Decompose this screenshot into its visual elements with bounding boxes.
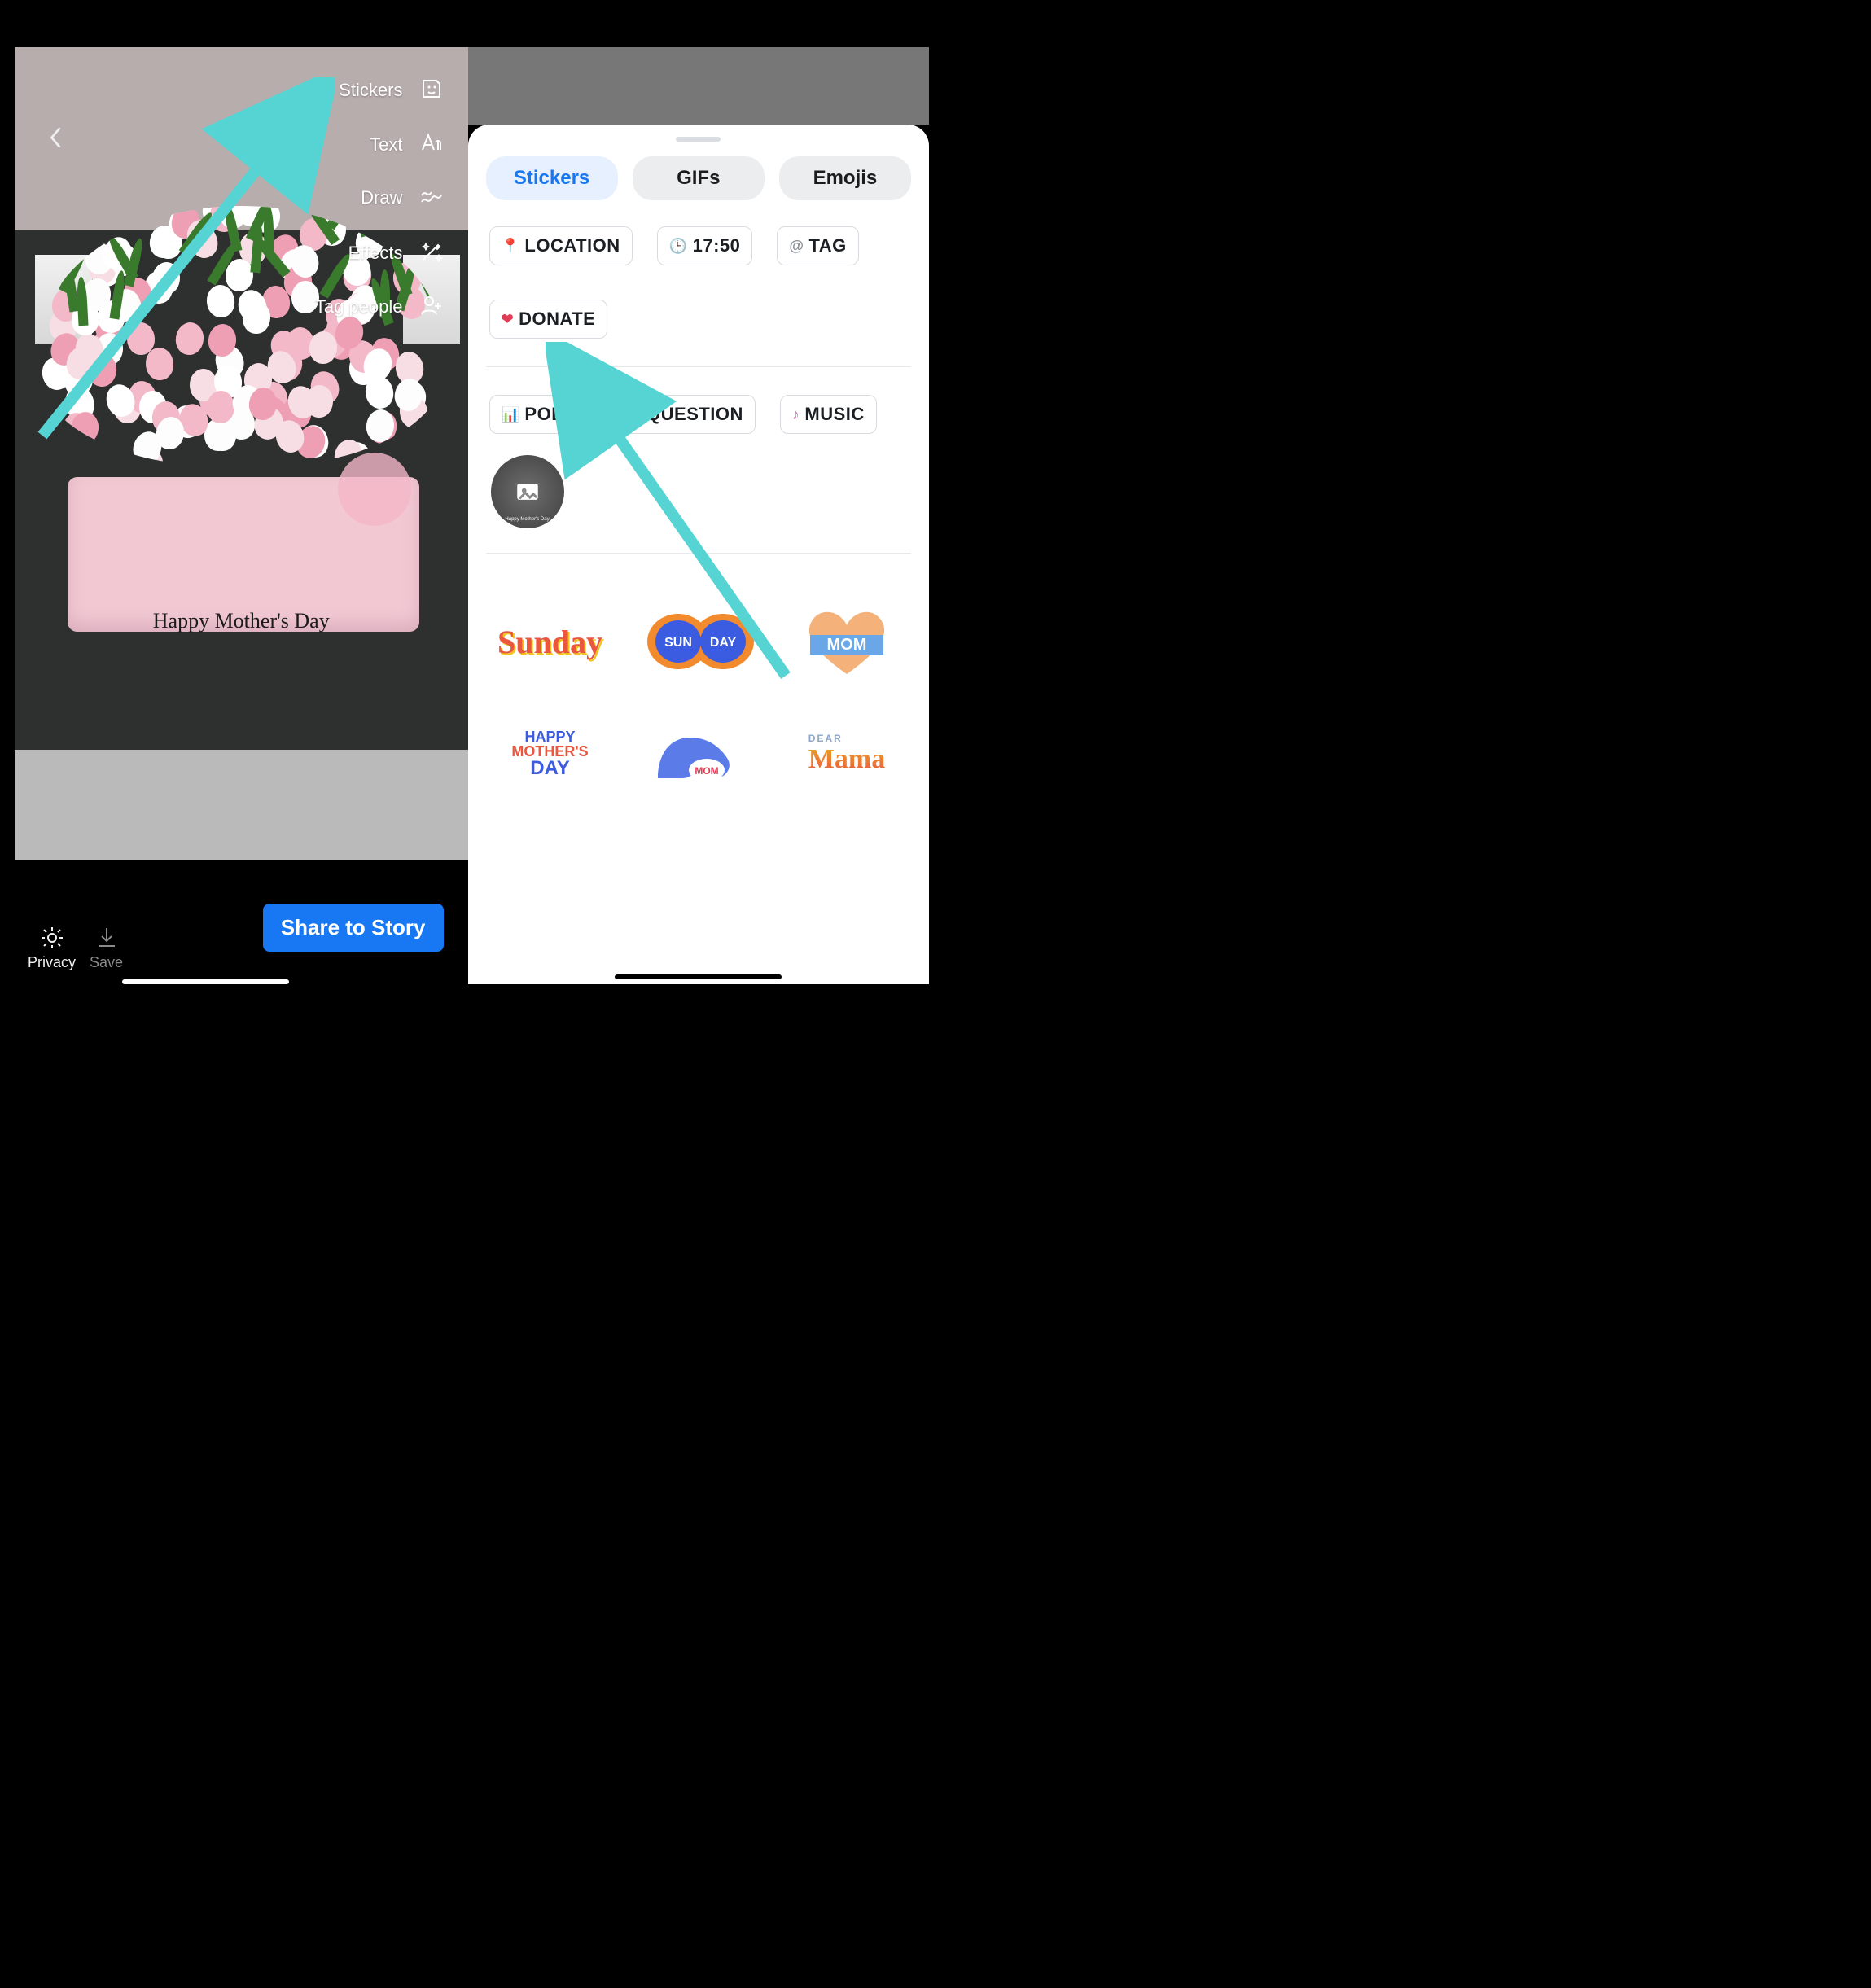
sticker-sheet[interactable]: Stickers GIFs Emojis 📍 LOCATION 🕒 17:50 … — [468, 125, 930, 984]
story-canvas[interactable]: Happy Mother's Day Stickers Text Draw Ef… — [15, 47, 468, 750]
sheet-grabber[interactable] — [676, 137, 721, 142]
tool-text-label[interactable]: Text — [370, 134, 402, 155]
tool-tag-people-label[interactable]: Tag people — [315, 296, 403, 317]
draw-icon[interactable] — [419, 184, 444, 212]
home-indicator — [122, 979, 289, 984]
tab-gifs[interactable]: GIFs — [633, 156, 765, 200]
poll-icon: 📊 — [502, 406, 520, 423]
chip-music[interactable]: ♪ MUSIC — [780, 395, 877, 434]
sticker-grid-row: HAPPY MOTHER'S DAY MOM DEARMama — [484, 690, 914, 803]
photo-caption: Happy Mother's Day — [15, 609, 468, 633]
sticker-grid-row: Sunday SUN DAY MOM — [484, 578, 914, 690]
privacy-button[interactable]: Privacy — [28, 925, 76, 971]
chip-time[interactable]: 🕒 17:50 — [657, 226, 753, 265]
flex-arm-icon: MOM — [638, 713, 760, 795]
chip-tag-label: TAG — [808, 235, 846, 256]
tool-stickers-label[interactable]: Stickers — [339, 80, 402, 101]
tab-emojis[interactable]: Emojis — [779, 156, 911, 200]
thumb-caption: Happy Mother's Day — [505, 517, 549, 522]
text-icon[interactable] — [419, 130, 444, 159]
svg-text:SUN: SUN — [664, 636, 692, 650]
donate-icon: ❤ — [502, 311, 515, 328]
chip-tag[interactable]: @ TAG — [777, 226, 858, 265]
dimmed-background — [468, 47, 930, 125]
at-icon: @ — [789, 238, 804, 255]
tool-effects-label[interactable]: Effects — [348, 243, 403, 264]
home-indicator — [615, 974, 782, 979]
back-button[interactable] — [47, 125, 65, 155]
svg-text:DAY: DAY — [710, 636, 737, 650]
sticker-mom-heart[interactable]: MOM — [786, 601, 908, 682]
chip-donate[interactable]: ❤ DONATE — [489, 300, 608, 339]
canvas-bottom-gray — [15, 750, 468, 860]
question-icon: 💬 — [623, 406, 642, 423]
tool-draw-label[interactable]: Draw — [361, 187, 402, 208]
status-bar — [0, 0, 468, 47]
sunglasses-icon: SUN DAY — [638, 601, 760, 682]
gear-icon — [39, 925, 65, 951]
chip-time-label: 17:50 — [693, 235, 741, 256]
chip-location[interactable]: 📍 LOCATION — [489, 226, 633, 265]
sticker-flex-arm[interactable]: MOM — [638, 713, 760, 795]
sticker-happy-mothers-day[interactable]: HAPPY MOTHER'S DAY — [489, 713, 611, 795]
save-button[interactable]: Save — [90, 925, 123, 971]
chip-donate-label: DONATE — [519, 309, 595, 330]
image-icon — [514, 478, 541, 506]
pin-icon: 📍 — [502, 238, 520, 255]
sticker-tray-screen: Stickers GIFs Emojis 📍 LOCATION 🕒 17:50 … — [468, 0, 936, 994]
clock-icon: 🕒 — [669, 238, 688, 255]
divider — [486, 366, 912, 367]
save-label: Save — [90, 954, 123, 971]
heart-icon: MOM — [786, 601, 908, 682]
photo-sticker-thumb[interactable]: Happy Mother's Day — [491, 455, 564, 528]
chip-poll-label: POLL — [524, 404, 574, 425]
svg-text:MOM: MOM — [827, 636, 867, 654]
sticker-icon[interactable] — [419, 77, 444, 105]
sticker-dear-mama[interactable]: DEARMama — [786, 713, 908, 795]
chip-poll[interactable]: 📊 POLL — [489, 395, 587, 434]
chip-location-label: LOCATION — [524, 235, 620, 256]
divider — [486, 553, 912, 554]
sticker-sunday[interactable]: Sunday — [489, 601, 611, 682]
svg-text:MOM: MOM — [695, 765, 718, 777]
chip-question[interactable]: 💬 QUESTION — [611, 395, 756, 434]
sticker-sunday-glasses[interactable]: SUN DAY — [638, 601, 760, 682]
tab-stickers[interactable]: Stickers — [486, 156, 618, 200]
chevron-left-icon — [47, 125, 65, 151]
story-editor-screen: Happy Mother's Day Stickers Text Draw Ef… — [0, 0, 468, 994]
photo-flowerbox — [68, 339, 419, 632]
music-icon: ♪ — [792, 406, 800, 423]
tag-people-icon[interactable] — [419, 293, 444, 322]
download-icon — [94, 925, 120, 951]
chip-question-label: QUESTION — [646, 404, 743, 425]
privacy-label: Privacy — [28, 954, 76, 971]
effects-icon[interactable] — [419, 239, 444, 268]
share-to-story-button[interactable]: Share to Story — [263, 904, 444, 952]
bottom-toolbar: Privacy Save Share to Story — [0, 860, 468, 994]
sticker-type-tabs: Stickers GIFs Emojis — [484, 156, 914, 223]
chip-music-label: MUSIC — [804, 404, 864, 425]
share-label: Share to Story — [281, 915, 426, 939]
